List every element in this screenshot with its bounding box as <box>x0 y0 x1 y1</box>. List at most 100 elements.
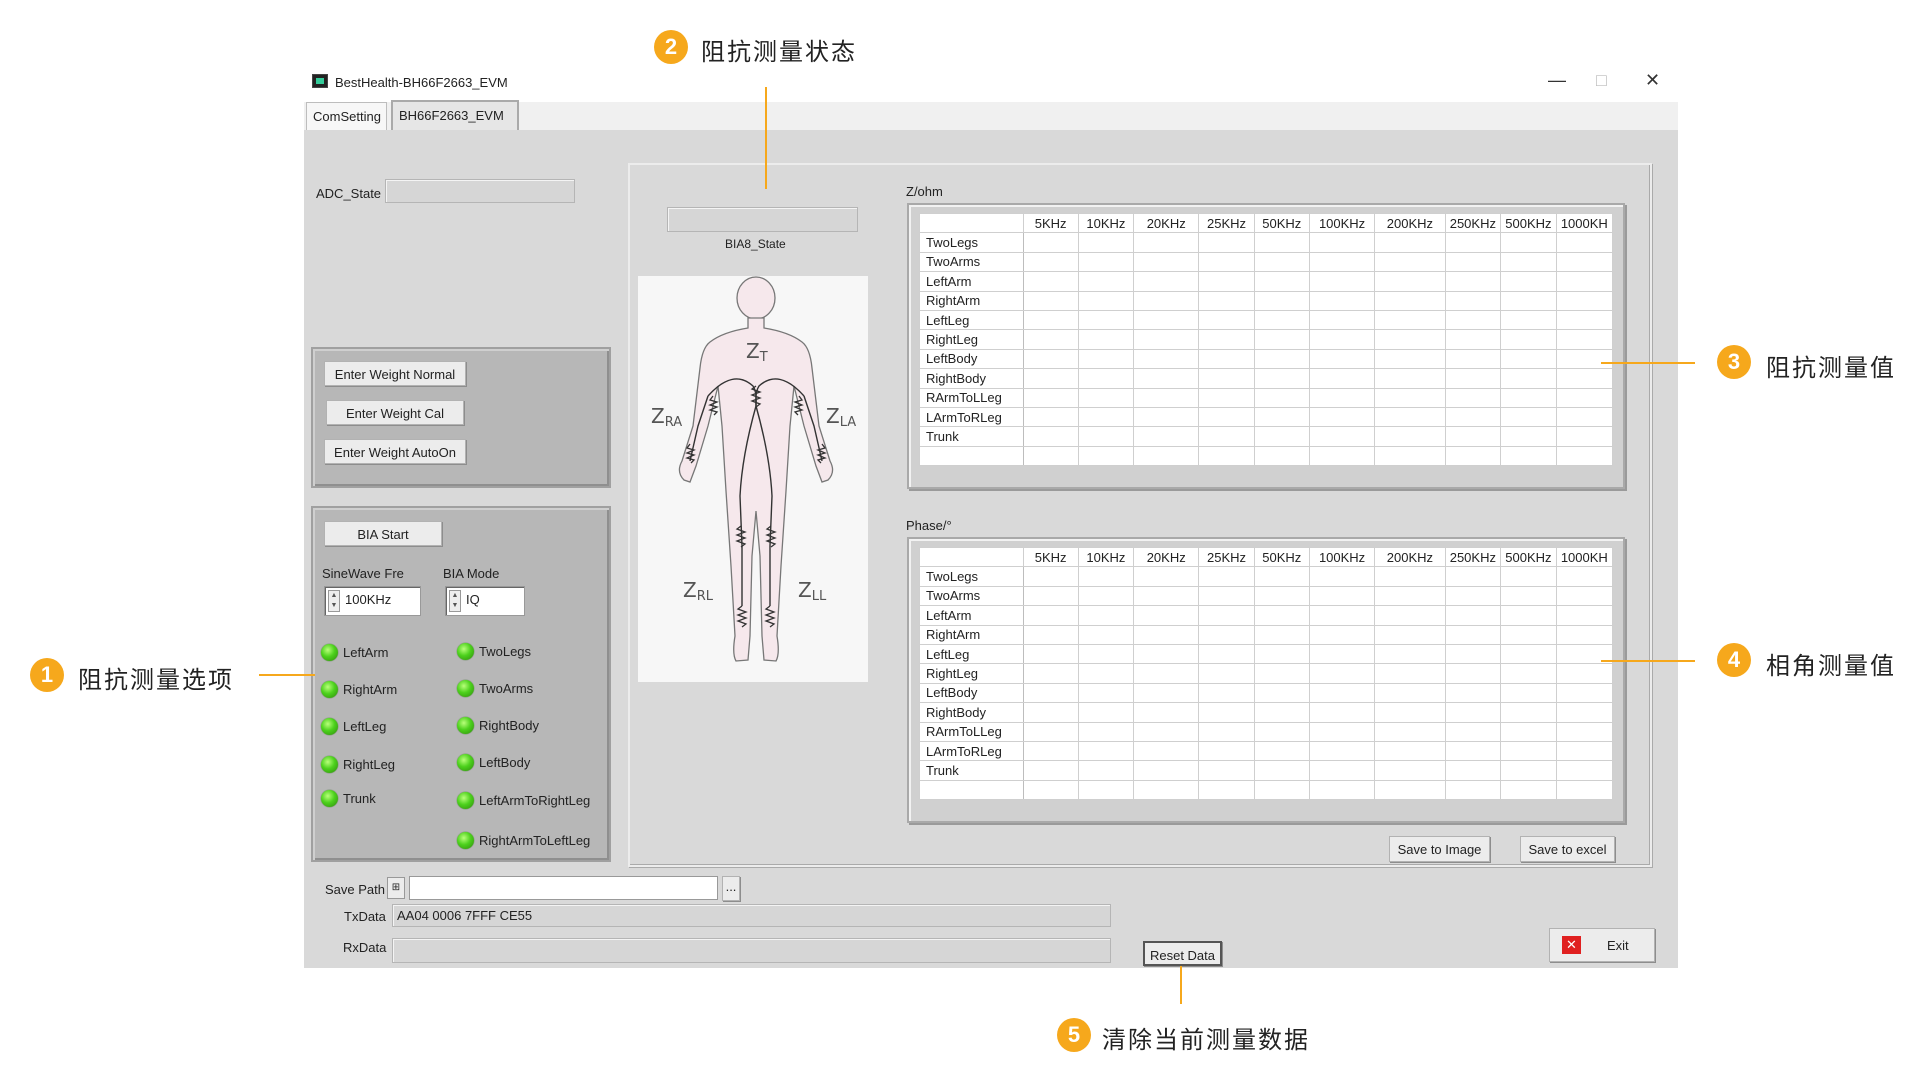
table-cell[interactable] <box>1374 348 1446 370</box>
close-button[interactable]: ✕ <box>1645 70 1660 91</box>
table-cell[interactable] <box>1077 585 1135 607</box>
table-cell[interactable] <box>1500 624 1557 645</box>
table-cell[interactable] <box>1374 406 1446 428</box>
table-cell[interactable] <box>1253 760 1310 781</box>
table-cell[interactable] <box>1500 426 1557 447</box>
table-cell[interactable] <box>1022 348 1079 370</box>
impedance-table[interactable]: 5KHz 10KHz 20KHz 25KHz 50KHz 100KHz 200KHz 250K… <box>919 212 1614 467</box>
table-cell[interactable] <box>1555 251 1614 273</box>
table-cell[interactable] <box>1500 348 1557 370</box>
enter-weight-cal-button[interactable]: Enter Weight Cal <box>326 400 464 425</box>
minimize-button[interactable]: — <box>1548 70 1566 91</box>
table-cell[interactable] <box>1374 585 1446 607</box>
table-cell[interactable] <box>1308 663 1376 684</box>
table-cell[interactable] <box>1500 702 1557 723</box>
table-cell[interactable] <box>1022 663 1079 684</box>
table-cell[interactable] <box>1077 406 1135 428</box>
table-cell[interactable] <box>1022 566 1079 587</box>
path-type-icon[interactable]: ⊞ <box>387 877 405 899</box>
table-cell[interactable] <box>1555 682 1614 704</box>
table-cell[interactable] <box>1500 290 1557 311</box>
table-cell[interactable] <box>1198 721 1255 742</box>
table-cell[interactable] <box>1253 290 1310 311</box>
table-cell[interactable] <box>1374 721 1446 742</box>
table-cell[interactable] <box>1022 605 1079 626</box>
table-cell[interactable] <box>1253 566 1310 587</box>
table-cell[interactable] <box>1133 624 1200 645</box>
table-cell[interactable] <box>1253 368 1310 389</box>
table-cell[interactable] <box>1253 348 1310 370</box>
table-cell[interactable] <box>1198 702 1255 723</box>
table-cell[interactable] <box>1555 740 1614 762</box>
table-cell[interactable] <box>1374 682 1446 704</box>
table-cell[interactable] <box>1198 445 1255 467</box>
table-cell[interactable] <box>1022 760 1079 781</box>
table-cell[interactable] <box>1198 566 1255 587</box>
table-cell[interactable] <box>1374 368 1446 389</box>
table-cell[interactable] <box>1133 779 1200 801</box>
table-cell[interactable] <box>1500 740 1557 762</box>
table-cell[interactable] <box>1253 445 1310 467</box>
table-cell[interactable] <box>1133 251 1200 273</box>
table-cell[interactable] <box>1133 663 1200 684</box>
table-cell[interactable] <box>1444 721 1502 742</box>
table-cell[interactable] <box>1077 232 1135 253</box>
table-cell[interactable] <box>1444 760 1502 781</box>
table-cell[interactable] <box>1308 445 1376 467</box>
browse-button[interactable]: ... <box>722 876 740 901</box>
table-cell[interactable] <box>1133 682 1200 704</box>
table-cell[interactable] <box>1253 605 1310 626</box>
table-cell[interactable] <box>1253 624 1310 645</box>
table-cell[interactable] <box>1444 702 1502 723</box>
table-cell[interactable] <box>1133 721 1200 742</box>
table-cell[interactable] <box>1022 406 1079 428</box>
table-cell[interactable] <box>1077 643 1135 665</box>
table-cell[interactable] <box>1022 251 1079 273</box>
table-cell[interactable] <box>1198 585 1255 607</box>
table-cell[interactable] <box>1077 329 1135 350</box>
table-cell[interactable] <box>1308 406 1376 428</box>
table-cell[interactable] <box>1022 271 1079 292</box>
table-cell[interactable] <box>1077 760 1135 781</box>
table-cell[interactable] <box>1308 605 1376 626</box>
table-cell[interactable] <box>1253 585 1310 607</box>
table-cell[interactable] <box>1022 426 1079 447</box>
table-cell[interactable] <box>1253 682 1310 704</box>
table-cell[interactable] <box>1253 779 1310 801</box>
table-cell[interactable] <box>1198 740 1255 762</box>
table-cell[interactable] <box>1253 387 1310 408</box>
table-cell[interactable] <box>1555 445 1614 467</box>
table-cell[interactable] <box>1077 445 1135 467</box>
table-cell[interactable] <box>1253 643 1310 665</box>
table-cell[interactable] <box>1444 643 1502 665</box>
table-cell[interactable] <box>1444 232 1502 253</box>
table-cell[interactable] <box>1374 329 1446 350</box>
enter-weight-normal-button[interactable]: Enter Weight Normal <box>324 361 466 386</box>
table-cell[interactable] <box>1555 779 1614 801</box>
table-cell[interactable] <box>1374 251 1446 273</box>
table-cell[interactable] <box>1077 368 1135 389</box>
table-cell[interactable] <box>1500 566 1557 587</box>
table-cell[interactable] <box>1022 740 1079 762</box>
table-cell[interactable] <box>1308 566 1376 587</box>
table-cell[interactable] <box>1198 387 1255 408</box>
table-cell[interactable] <box>1555 624 1614 645</box>
table-cell[interactable] <box>1198 290 1255 311</box>
table-cell[interactable] <box>1444 445 1502 467</box>
maximize-button[interactable]: □ <box>1596 70 1607 91</box>
table-cell[interactable] <box>1077 309 1135 331</box>
table-cell[interactable] <box>1253 426 1310 447</box>
table-cell[interactable] <box>1308 760 1376 781</box>
table-cell[interactable] <box>1555 721 1614 742</box>
table-cell[interactable] <box>1022 368 1079 389</box>
table-cell[interactable] <box>1308 251 1376 273</box>
table-cell[interactable] <box>1198 309 1255 331</box>
table-cell[interactable] <box>1500 251 1557 273</box>
table-cell[interactable] <box>1555 760 1614 781</box>
exit-button[interactable]: ✕ Exit <box>1549 928 1655 962</box>
table-cell[interactable] <box>1198 368 1255 389</box>
table-cell[interactable] <box>1022 682 1079 704</box>
stepper-arrows-icon[interactable]: ▲ ▼ <box>449 590 461 612</box>
table-cell[interactable] <box>1198 605 1255 626</box>
table-cell[interactable] <box>1022 779 1079 801</box>
